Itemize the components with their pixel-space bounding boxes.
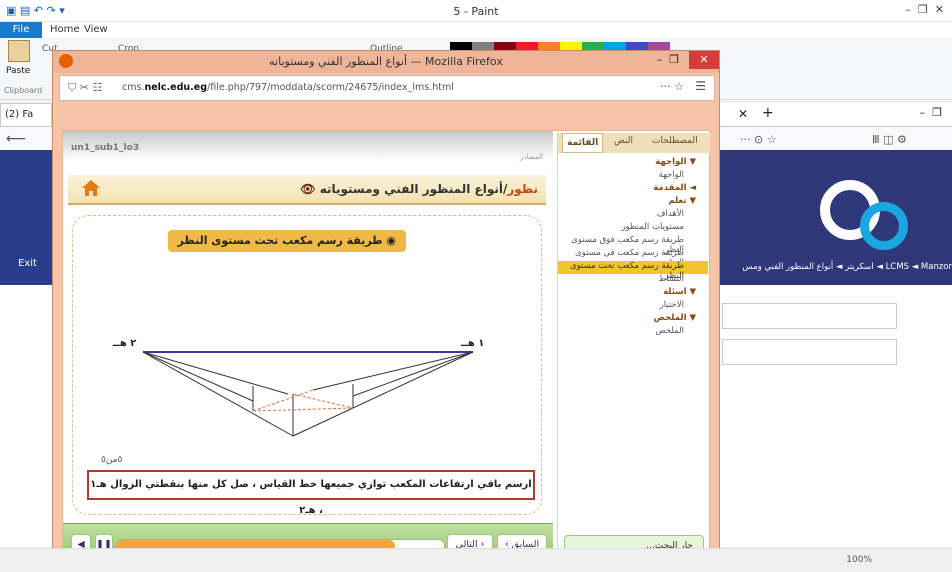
menu-item[interactable]: الأهداف xyxy=(558,209,708,222)
course-small-label: المصادر xyxy=(520,153,543,161)
menu-item[interactable]: ◄ المقدمة xyxy=(558,183,708,196)
close-tab-icon[interactable]: ✕ xyxy=(738,107,748,121)
new-tab-icon[interactable]: + xyxy=(762,105,774,121)
course-header: un1_sub1_lo3 المصادر xyxy=(63,131,553,161)
perspective-drawing xyxy=(142,351,474,437)
library-icon[interactable]: Ⅲ ◫ ⚙ xyxy=(872,133,907,146)
bg-window-controls[interactable]: – ❐ xyxy=(920,106,942,119)
background-field[interactable] xyxy=(722,303,897,329)
view-tab[interactable]: View xyxy=(84,24,108,35)
exit-link[interactable]: Exit xyxy=(18,258,37,269)
menu-item[interactable]: ▼ تعلم xyxy=(558,196,708,209)
background-field[interactable] xyxy=(722,339,897,365)
lesson-subtitle: ◉ طريقة رسم مكعب تحت مستوى النظر xyxy=(167,230,406,252)
url-text: cms.nelc.edu.eg/file.php/797/moddata/sco… xyxy=(122,82,454,93)
page-counter: ٥من٥ xyxy=(101,455,123,465)
lesson-stage: نظور/أنواع المنظور الفني ومستوياته 👁 ◉ ط… xyxy=(63,161,553,521)
page-menu-icon[interactable]: ··· ☆ xyxy=(660,80,684,93)
menu-item[interactable]: طريقة رسم مكعب تحت مستوى النظر xyxy=(558,261,708,281)
tab-glossary[interactable]: المصطلحات xyxy=(652,136,698,146)
course-code: un1_sub1_lo3 xyxy=(71,143,140,153)
menu-item[interactable]: ▼ الواجهة xyxy=(558,157,708,170)
tab-text[interactable]: النص xyxy=(614,136,633,146)
menu-tabs: المصطلحات النص القائمة xyxy=(558,133,710,153)
paint-title-bar: ▣ ▤ ↶ ↷ ▾ 5 - Paint – ❐ ✕ xyxy=(0,0,952,22)
menu-item[interactable]: مستويات المنظور xyxy=(558,222,708,235)
menu-item[interactable]: النشاط xyxy=(558,274,708,287)
home-icon[interactable] xyxy=(80,177,102,199)
background-browser-tab[interactable]: (2) Fa xyxy=(0,103,52,127)
menu-item[interactable]: الاختبار xyxy=(558,300,708,313)
paint-status-bar: 100% xyxy=(0,548,952,572)
eye-icon: 👁 xyxy=(300,182,316,196)
paste-icon[interactable] xyxy=(8,40,30,62)
paste-label: Paste xyxy=(6,66,31,76)
window-controls[interactable]: – ❐ ✕ xyxy=(905,3,944,16)
minimize-icon[interactable]: – ❐ xyxy=(657,53,679,66)
home-tab[interactable]: Home xyxy=(50,24,80,35)
back-icon[interactable]: ⟵ xyxy=(6,131,26,147)
scorm-frame: un1_sub1_lo3 المصادر نظور/أنواع المنظور … xyxy=(62,130,710,568)
breadcrumb[interactable]: LCMS ◄ Manzor ◄ اسكريتر ◄ أنواع المنظور … xyxy=(722,262,952,278)
zoom-level: 100% xyxy=(846,555,872,565)
menu-item[interactable]: الملخص xyxy=(558,326,708,339)
page-actions-icon[interactable]: ··· ⊙ ☆ xyxy=(740,133,777,146)
menu-item[interactable]: الواجهة xyxy=(558,170,708,183)
firefox-window-title: أنواع المنظور الفني ومستوياته — Mozilla … xyxy=(269,55,503,68)
lesson-title-bar: نظور/أنواع المنظور الفني ومستوياته 👁 xyxy=(68,175,546,205)
lesson-panel: ◉ طريقة رسم مكعب تحت مستوى النظر ٢ هــ ١… xyxy=(72,215,542,516)
hamburger-menu-icon[interactable]: ☰ xyxy=(695,79,706,93)
menu-item[interactable]: طريقة رسم مكعب فوق مستوى النظر xyxy=(558,235,708,255)
vanishing-point-left: ٢ هــ xyxy=(113,338,137,349)
tab-menu[interactable]: القائمة xyxy=(562,133,604,153)
close-button[interactable]: ✕ xyxy=(689,51,719,69)
paint-window-title: 5 - Paint xyxy=(453,5,499,18)
background-browser-tabbar: ✕ + – ❐ xyxy=(720,103,952,127)
course-menu: المصطلحات النص القائمة ▼ الواجهة الواجهة ◄… xyxy=(557,131,710,567)
lesson-title: نظور/أنواع المنظور الفني ومستوياته 👁 xyxy=(300,182,538,196)
eye-icon: ◉ xyxy=(386,234,396,247)
file-tab[interactable]: File xyxy=(0,22,42,38)
paint-menu-bar: File Home View xyxy=(0,22,952,38)
menu-item[interactable]: ▼ اسئلة xyxy=(558,287,708,300)
vanishing-point-right: ١ هــ xyxy=(461,338,485,349)
clipboard-label: Clipboard xyxy=(4,86,43,95)
url-bar[interactable]: ⛉ ✂ ☷ cms.nelc.edu.eg/file.php/797/modda… xyxy=(59,75,715,101)
firefox-title-bar: أنواع المنظور الفني ومستوياته — Mozilla … xyxy=(53,51,719,73)
instruction-box: ارسم باقي ارتفاعات المكعب توازي جميعها خ… xyxy=(87,470,535,516)
menu-item[interactable]: ▼ الملخص xyxy=(558,313,708,326)
gear-icon xyxy=(860,202,908,250)
menu-item[interactable]: طريقة رسم مكعب في مستوى النظر xyxy=(558,248,708,268)
shield-icon[interactable]: ⛉ ✂ ☷ xyxy=(68,81,102,95)
